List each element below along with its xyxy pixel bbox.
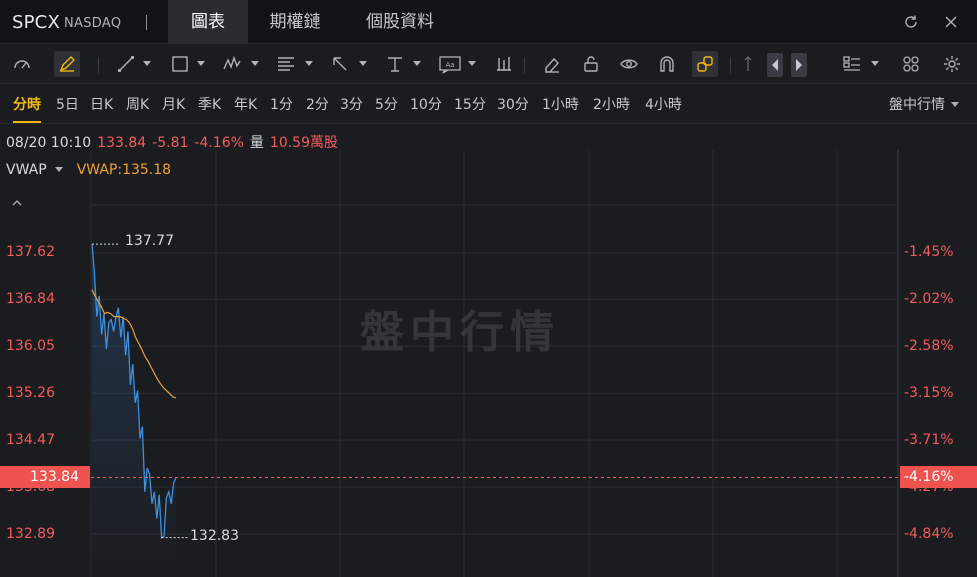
trend-line-icon[interactable] (116, 54, 136, 74)
y-tick-right: -4.84% (904, 526, 954, 542)
y-tick-left: 136.84 (6, 291, 55, 307)
period-3m[interactable]: 3分 (340, 94, 363, 114)
toolbar-divider (524, 57, 525, 73)
volume-label: 量 (249, 135, 264, 151)
chevron-down-icon[interactable] (143, 61, 151, 66)
ticker-symbol: SPCX (12, 12, 60, 33)
layout-icon[interactable] (842, 54, 862, 74)
period-5m[interactable]: 5分 (375, 94, 398, 114)
title-divider (146, 15, 147, 30)
period-week[interactable]: 周K (126, 94, 149, 114)
svg-text:Aa: Aa (445, 61, 454, 69)
period-1h[interactable]: 1小時 (542, 94, 579, 114)
tab-option-chain[interactable]: 期權鏈 (250, 0, 340, 44)
period-month[interactable]: 月K (162, 94, 185, 114)
y-tick-left: 137.62 (6, 244, 55, 260)
period-30m[interactable]: 30分 (497, 94, 529, 114)
period-10m[interactable]: 10分 (410, 94, 442, 114)
market-session-select[interactable]: 盤中行情 (889, 94, 959, 114)
y-tick-right: -3.15% (904, 385, 954, 401)
chevron-down-icon[interactable] (871, 61, 879, 66)
pen-icon[interactable] (54, 51, 80, 77)
period-5d[interactable]: 5日 (56, 94, 79, 114)
period-year[interactable]: 年K (234, 94, 257, 114)
link-icon[interactable] (692, 51, 718, 77)
period-1m[interactable]: 1分 (270, 94, 293, 114)
chevron-down-icon[interactable] (413, 61, 421, 66)
watermark: 盤中行情 (360, 307, 560, 358)
swap-icon[interactable] (742, 54, 754, 74)
chevron-down-icon[interactable] (359, 61, 367, 66)
chevron-down-icon (951, 102, 959, 107)
drawing-toolbar: Aa (0, 44, 977, 84)
chevron-down-icon[interactable] (468, 61, 476, 66)
eraser-icon[interactable] (542, 54, 562, 74)
toolbar-divider (730, 57, 731, 73)
indicator-name[interactable]: VWAP (6, 162, 47, 178)
scroll-left-button[interactable] (767, 53, 783, 77)
refresh-icon[interactable] (903, 14, 919, 30)
title-bar: SPCX NASDAQ 圖表 期權鏈 個股資料 (0, 0, 977, 44)
period-15m[interactable]: 15分 (454, 94, 486, 114)
period-quarter[interactable]: 季K (198, 94, 221, 114)
quote-change-pct: -4.16% (194, 135, 244, 151)
y-tick-right: -1.45% (904, 244, 954, 260)
period-2m[interactable]: 2分 (306, 94, 329, 114)
indicator-icon[interactable] (494, 54, 514, 74)
y-tick-right: -3.71% (904, 432, 954, 448)
chevron-down-icon[interactable] (305, 61, 313, 66)
y-tick-right: -2.58% (904, 338, 954, 354)
quote-price: 133.84 (97, 135, 147, 151)
current-price-tag: 133.84 (0, 466, 90, 488)
period-4h[interactable]: 4小時 (645, 94, 682, 114)
toolbar-divider (98, 57, 99, 73)
rectangle-icon[interactable] (170, 54, 190, 74)
arrow-icon[interactable] (330, 54, 350, 74)
low-price-label: 132.83 (190, 528, 239, 544)
current-pct-tag: -4.16% (900, 466, 977, 488)
quote-change: -5.81 (152, 135, 189, 151)
high-price-label: 137.77 (125, 233, 174, 249)
y-tick-right: -2.02% (904, 291, 954, 307)
scroll-right-button[interactable] (791, 53, 807, 77)
chevron-up-icon[interactable] (12, 192, 22, 206)
period-day[interactable]: 日K (90, 94, 113, 114)
chevron-down-icon[interactable] (54, 167, 63, 172)
fib-icon[interactable] (276, 54, 296, 74)
lock-icon[interactable] (581, 54, 601, 74)
market-session-label: 盤中行情 (889, 97, 945, 113)
period-2h[interactable]: 2小時 (593, 94, 630, 114)
indicator-row[interactable]: VWAP VWAP:135.18 (6, 162, 171, 178)
close-icon[interactable] (943, 14, 959, 30)
settings-icon[interactable] (942, 54, 962, 74)
annotation-icon[interactable]: Aa (438, 54, 462, 74)
tab-chart[interactable]: 圖表 (168, 0, 248, 44)
indicator-value: VWAP:135.18 (76, 162, 172, 178)
magnet-icon[interactable] (657, 54, 677, 74)
eye-icon[interactable] (619, 54, 639, 74)
y-tick-left: 135.26 (6, 385, 55, 401)
intraday-chart[interactable] (0, 150, 977, 577)
y-tick-left: 132.89 (6, 526, 55, 542)
period-intraday[interactable]: 分時 (13, 94, 41, 123)
exchange-name: NASDAQ (64, 16, 122, 31)
quote-volume: 10.59萬股 (269, 135, 339, 151)
grid-icon[interactable] (901, 54, 921, 74)
pattern-icon[interactable] (222, 54, 242, 74)
y-tick-left: 134.47 (6, 432, 55, 448)
quote-datetime: 08/20 10:10 (6, 135, 92, 151)
period-bar: 分時 5日 日K 周K 月K 季K 年K 1分 2分 3分 5分 10分 15分… (0, 84, 977, 124)
tab-stock-info[interactable]: 個股資料 (350, 0, 450, 44)
quote-info-line: 08/20 10:10 133.84 -5.81 -4.16% 量 10.59萬股 (6, 132, 344, 152)
y-tick-left: 136.05 (6, 338, 55, 354)
price-area-fill (92, 244, 176, 577)
chevron-down-icon[interactable] (197, 61, 205, 66)
chevron-down-icon[interactable] (251, 61, 259, 66)
gauge-icon[interactable] (12, 54, 32, 74)
text-icon[interactable] (385, 54, 405, 74)
